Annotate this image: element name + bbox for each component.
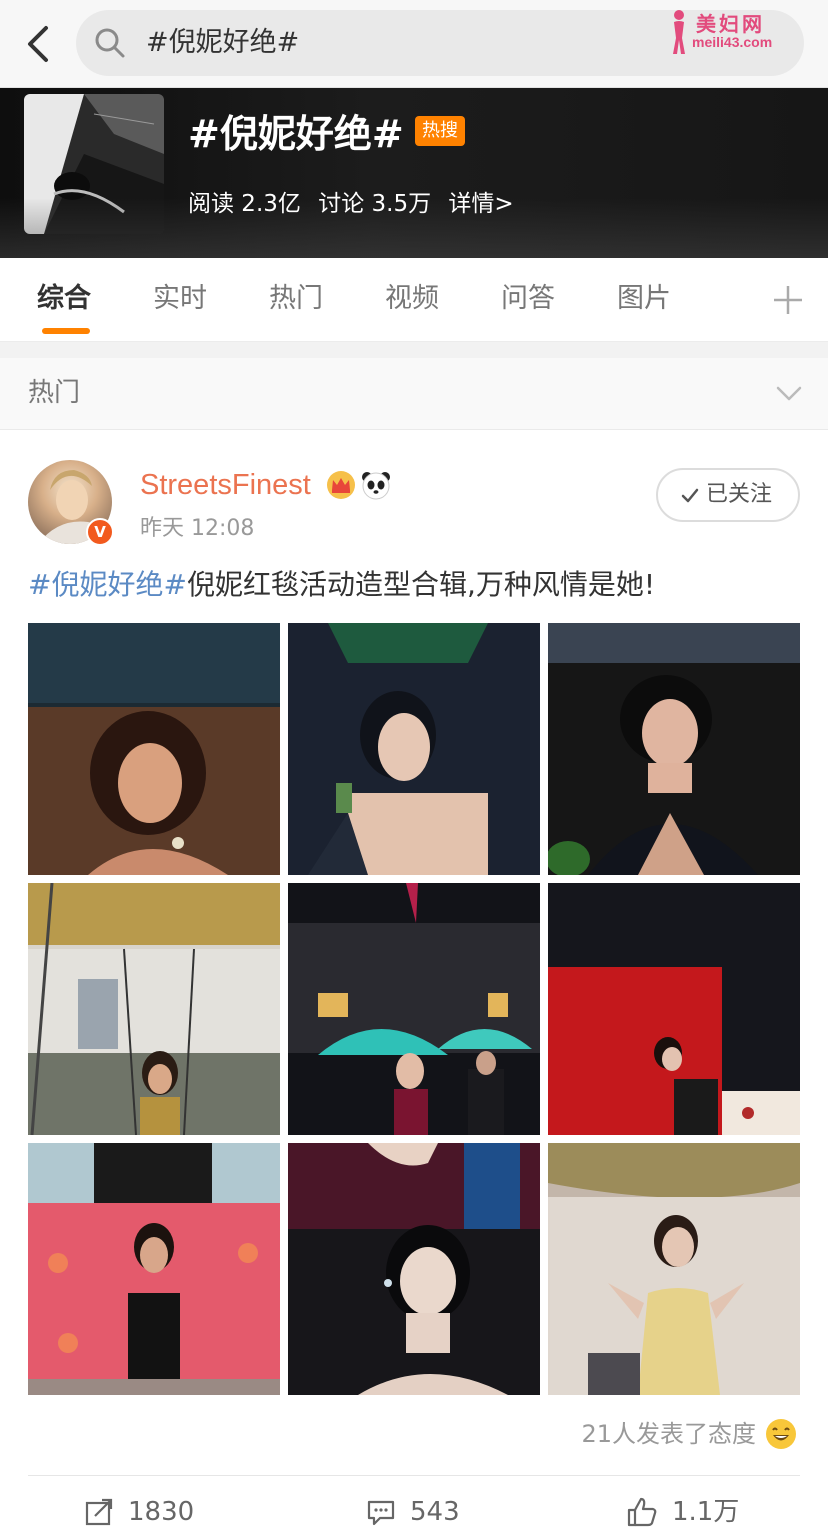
topic-thumbnail[interactable] <box>24 94 164 234</box>
woman-silhouette-icon <box>673 10 685 54</box>
verified-badge: V <box>86 518 114 546</box>
hashtag-link[interactable]: #倪妮好绝# <box>28 568 187 601</box>
laughing-emoji-icon <box>766 1419 796 1449</box>
action-divider <box>28 1475 800 1476</box>
post-image-2[interactable] <box>288 623 540 875</box>
details-link[interactable]: 详情> <box>448 191 513 217</box>
post-image-7[interactable] <box>28 1143 280 1395</box>
section-header[interactable]: 热门 <box>0 358 828 430</box>
chevron-down-icon[interactable] <box>776 380 802 406</box>
comment-icon <box>367 1500 395 1526</box>
tab-bar: 综合 实时 热门 视频 问答 图片 <box>0 258 828 342</box>
search-icon <box>95 28 125 58</box>
watermark-logo: 美妇网 meili43.com <box>668 8 798 58</box>
post-image-5[interactable] <box>288 883 540 1135</box>
repost-count: 1830 <box>128 1497 195 1527</box>
thumbs-up-icon <box>627 1497 657 1527</box>
post-image-9[interactable] <box>548 1143 800 1395</box>
hot-search-badge: 热搜 <box>415 116 465 146</box>
read-count: 阅读 2.3亿 <box>188 191 301 217</box>
post-image-3[interactable] <box>548 623 800 875</box>
section-label: 热门 <box>28 378 81 408</box>
section-gap <box>0 342 828 358</box>
tab-qa[interactable]: 问答 <box>501 280 555 318</box>
post-text: #倪妮好绝#倪妮红毯活动造型合辑,万种风情是她! <box>28 565 655 605</box>
following-label: 已关注 <box>706 482 773 507</box>
crown-icon <box>327 471 355 499</box>
panda-icon <box>362 472 390 500</box>
topic-title: #倪妮好绝# <box>188 112 404 156</box>
discussion-count: 讨论 3.5万 <box>318 191 432 217</box>
check-icon <box>681 488 699 503</box>
post-image-8[interactable] <box>288 1143 540 1395</box>
tab-hot[interactable]: 热门 <box>269 280 323 318</box>
following-button[interactable]: 已关注 <box>656 468 800 522</box>
post-time: 昨天 12:08 <box>140 516 255 541</box>
watermark-title: 美妇网 <box>696 12 765 36</box>
comment-count: 543 <box>410 1497 460 1527</box>
search-query: #倪妮好绝# <box>146 27 300 58</box>
post-image-4[interactable] <box>28 883 280 1135</box>
add-tab-icon[interactable] <box>772 284 804 316</box>
post-body: 倪妮红毯活动造型合辑,万种风情是她! <box>186 568 656 601</box>
tab-video[interactable]: 视频 <box>385 280 439 318</box>
back-button[interactable] <box>20 22 56 66</box>
share-icon <box>85 1498 113 1526</box>
reaction-summary[interactable]: 21人发表了态度 <box>581 1418 756 1450</box>
repost-button[interactable]: 1830 <box>84 1492 194 1532</box>
topic-banner: #倪妮好绝# 热搜 阅读 2.3亿 讨论 3.5万 详情> <box>0 88 828 258</box>
tab-comprehensive[interactable]: 综合 <box>37 280 91 318</box>
comment-button[interactable]: 543 <box>366 1492 460 1532</box>
like-button[interactable]: 1.1万 <box>626 1492 739 1532</box>
watermark-url: meili43.com <box>692 34 773 50</box>
tab-images[interactable]: 图片 <box>617 280 671 318</box>
active-tab-indicator <box>42 328 90 334</box>
topic-stats: 阅读 2.3亿 讨论 3.5万 详情> <box>188 188 524 220</box>
search-bar: #倪妮好绝# 美妇网 meili43.com <box>0 0 828 88</box>
post-image-6[interactable] <box>548 883 800 1135</box>
username[interactable]: StreetsFinest <box>140 466 311 504</box>
post-image-1[interactable] <box>28 623 280 875</box>
back-arrow-icon <box>28 26 48 62</box>
like-count: 1.1万 <box>672 1497 740 1527</box>
tab-realtime[interactable]: 实时 <box>153 280 207 318</box>
